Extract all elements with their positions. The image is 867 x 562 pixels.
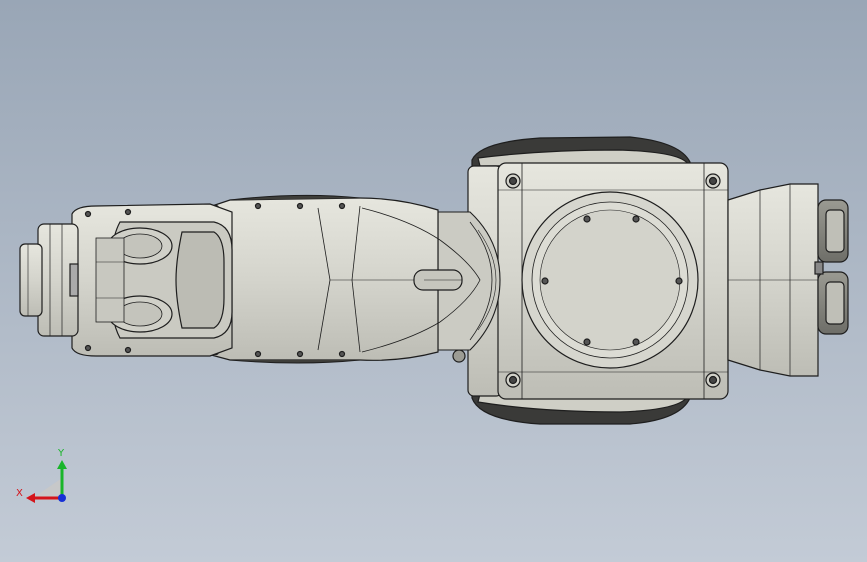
z-axis-dot — [58, 494, 66, 502]
upper-arm — [199, 194, 481, 364]
y-axis-label: Y — [57, 448, 65, 459]
wrist-flange — [19, 223, 79, 337]
y-axis-arrowhead — [57, 460, 67, 469]
x-axis-arrowhead — [26, 493, 35, 503]
forearm — [71, 203, 233, 357]
cad-viewport[interactable]: X Y — [0, 0, 867, 562]
robot-arm-model[interactable]: X Y — [0, 0, 867, 562]
x-axis-label: X — [16, 488, 23, 499]
robot-base — [452, 136, 849, 425]
coordinate-triad: X Y — [16, 448, 67, 503]
